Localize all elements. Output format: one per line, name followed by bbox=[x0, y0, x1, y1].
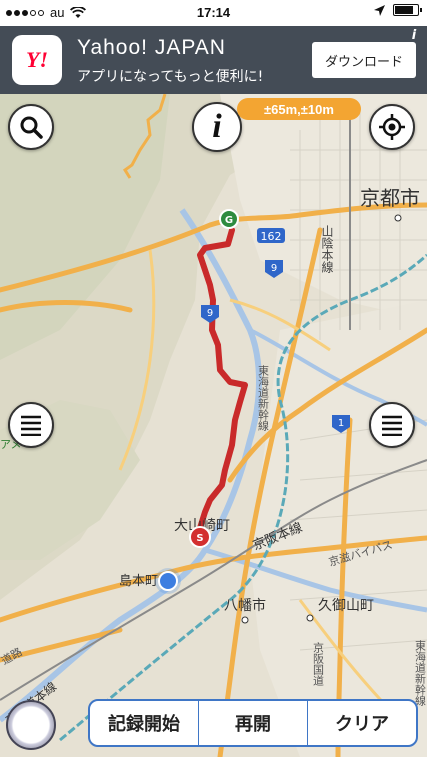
download-button[interactable]: ダウンロード bbox=[312, 42, 416, 78]
menu-icon bbox=[21, 415, 41, 436]
start-marker: S bbox=[189, 526, 211, 548]
map-view[interactable]: 162 9 9 1 京都市 大山崎町 島本町 八幡市 久御山町 山陰本線 東海道… bbox=[0, 94, 427, 757]
label-shinkansen-2: 東海道新幹線 bbox=[414, 640, 427, 706]
start-record-button[interactable]: 記録開始 bbox=[90, 701, 199, 745]
route-shield-162-label: 162 bbox=[261, 230, 282, 243]
label-kumiyama-town: 久御山町 bbox=[318, 598, 374, 614]
label-kyoto-city: 京都市 bbox=[360, 186, 420, 210]
route-shield-9-b-label: 9 bbox=[207, 308, 213, 319]
label-shinkansen-1: 東海道新幹線 bbox=[257, 365, 270, 431]
info-button[interactable]: i bbox=[192, 102, 242, 152]
map-canvas[interactable]: 162 9 9 1 京都市 大山崎町 島本町 八幡市 久御山町 山陰本線 東海道… bbox=[0, 94, 427, 757]
info-icon: i bbox=[212, 108, 222, 145]
resume-button[interactable]: 再開 bbox=[199, 701, 308, 745]
locate-button[interactable] bbox=[369, 104, 415, 150]
start-marker-label: S bbox=[196, 533, 203, 544]
label-shimamoto-town: 島本町 bbox=[119, 574, 158, 589]
route-shield-9-a-label: 9 bbox=[271, 263, 277, 274]
locate-icon bbox=[379, 114, 405, 140]
menu-icon bbox=[382, 415, 402, 436]
label-sanin-line: 山陰本線 bbox=[320, 225, 334, 273]
label-keihan-expressway: 京阪国道 bbox=[312, 641, 325, 686]
label-yawata-city: 八幡市 bbox=[224, 597, 266, 614]
ad-banner[interactable]: Y! Yahoo! JAPAN アプリになってもっと便利に! ダウンロード i bbox=[0, 26, 427, 94]
clear-button[interactable]: クリア bbox=[308, 701, 416, 745]
right-menu-button[interactable] bbox=[369, 402, 415, 448]
yahoo-logo: Y! bbox=[12, 35, 62, 85]
accuracy-badge: ±65m,±10m bbox=[237, 98, 361, 120]
location-arrow-icon bbox=[374, 4, 385, 16]
record-controls: 記録開始 再開 クリア bbox=[88, 699, 418, 747]
route-shield-162: 162 bbox=[257, 228, 285, 243]
battery-icon bbox=[393, 4, 422, 16]
ad-subtitle: アプリになってもっと便利に! bbox=[77, 69, 264, 85]
status-right bbox=[374, 4, 422, 16]
status-time: 17:14 bbox=[196, 5, 231, 20]
status-bar: au 17:14 bbox=[0, 0, 427, 26]
route-shield-1-label: 1 bbox=[338, 418, 344, 429]
goal-marker-label: G bbox=[225, 215, 233, 226]
search-icon bbox=[20, 116, 43, 139]
search-button[interactable] bbox=[8, 104, 54, 150]
compass-icon[interactable] bbox=[6, 700, 56, 750]
left-menu-button[interactable] bbox=[8, 402, 54, 448]
current-location-dot bbox=[155, 568, 181, 594]
ad-info-icon[interactable]: i bbox=[405, 28, 423, 46]
ad-title: Yahoo! JAPAN bbox=[77, 36, 226, 59]
goal-marker: G bbox=[219, 209, 239, 229]
